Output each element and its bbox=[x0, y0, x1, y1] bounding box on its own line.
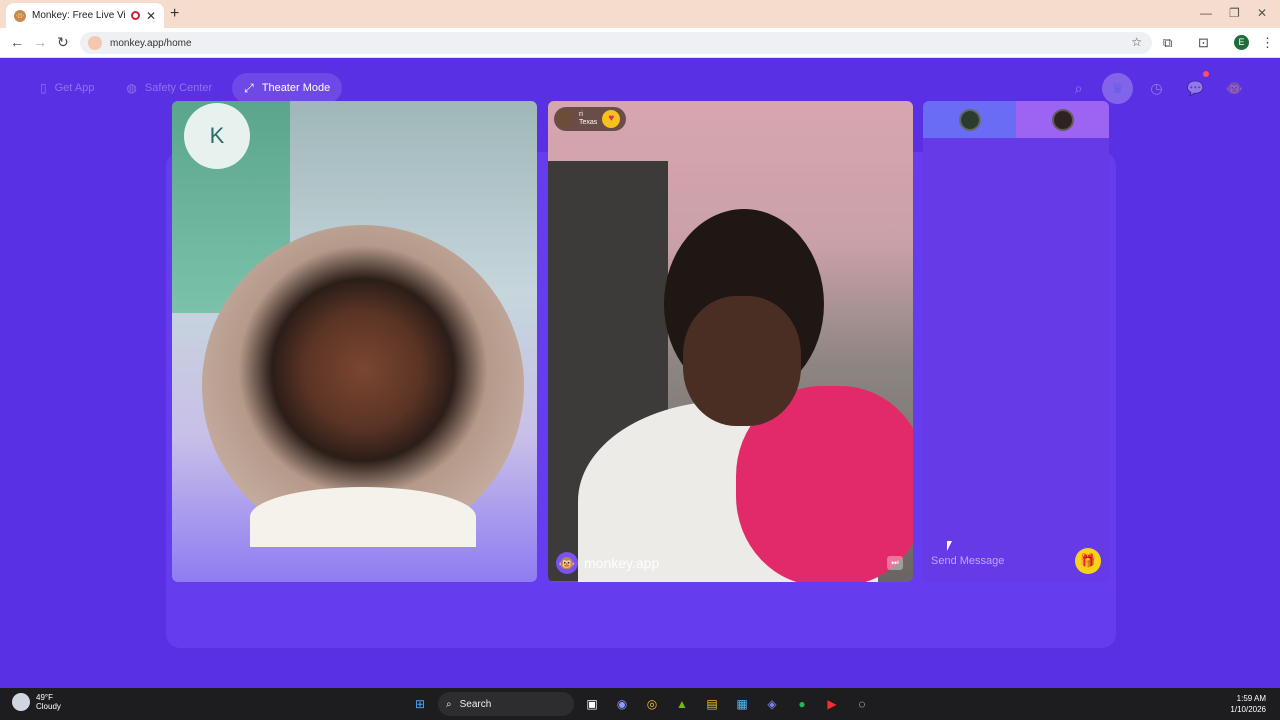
weather-condition: Cloudy bbox=[36, 702, 61, 711]
search-icon: ⌕ bbox=[446, 698, 452, 710]
tab-close-icon[interactable]: ✕ bbox=[146, 9, 156, 23]
shield-icon: ◍ bbox=[126, 81, 137, 95]
taskbar: 49°F Cloudy ⊞ ⌕ Search ▣ ◉ ◎ ▲ ▤ ▦ ◈ ● ▶… bbox=[0, 688, 1280, 720]
chat-header-left[interactable] bbox=[923, 101, 1016, 138]
system-clock[interactable]: 1:59 AM 1/10/2026 bbox=[1230, 693, 1266, 715]
local-video: K bbox=[172, 101, 537, 582]
forward-arrow-icon[interactable]: → bbox=[33, 34, 47, 50]
teams-icon[interactable]: ◈ bbox=[760, 692, 784, 716]
app-icon[interactable]: ▣ bbox=[580, 692, 604, 716]
top-navigation: ▯ Get App ◍ Safety Center ⤢ Theater Mode bbox=[28, 73, 343, 103]
browser-tab[interactable]: 🐵 Monkey: Free Live Video Ch ✕ bbox=[6, 3, 164, 28]
notification-badge bbox=[1203, 71, 1209, 77]
filter-logo-icon: K bbox=[184, 103, 250, 169]
chat-header-right[interactable] bbox=[1016, 101, 1109, 138]
weather-text: 49°F Cloudy bbox=[36, 693, 61, 711]
weather-widget[interactable]: 49°F Cloudy bbox=[12, 693, 61, 711]
remote-chat-avatar bbox=[1051, 108, 1074, 131]
browser-tab-strip: 🐵 Monkey: Free Live Video Ch ✕ + — ❐ ✕ bbox=[0, 0, 1280, 28]
chrome-icon[interactable]: ◎ bbox=[640, 692, 664, 716]
tab-search-icon[interactable]: ⊡ bbox=[1198, 35, 1209, 51]
youtube-icon[interactable]: ▶ bbox=[820, 692, 844, 716]
temperature: 49°F bbox=[36, 693, 53, 702]
send-message-input[interactable] bbox=[931, 555, 1051, 567]
bookmark-star-icon[interactable]: ☆ bbox=[1131, 35, 1142, 49]
skip-next-icon[interactable]: ⏭ bbox=[887, 556, 903, 570]
profile-avatar-icon[interactable]: 🐵 bbox=[1219, 73, 1250, 104]
profile-avatar[interactable]: E bbox=[1234, 35, 1249, 50]
windows-start-icon[interactable]: ⊞ bbox=[408, 692, 432, 716]
remote-video: ri Texas ♥ 🐵 monkey.app ⏭ bbox=[548, 101, 913, 582]
obs-icon[interactable]: ◌ bbox=[850, 692, 874, 716]
browser-toolbar: ← → ↻ monkey.app/home ☆ ⧉ ⊡ ⋮ bbox=[0, 28, 1280, 58]
safety-center-label: Safety Center bbox=[144, 82, 213, 94]
address-bar[interactable]: monkey.app/home ☆ bbox=[80, 32, 1152, 54]
chat-header bbox=[923, 101, 1109, 138]
clock-time: 1:59 AM bbox=[1236, 694, 1266, 703]
photos-icon[interactable]: ▦ bbox=[730, 692, 754, 716]
window-close-button[interactable]: ✕ bbox=[1257, 6, 1267, 20]
phone-icon: ▯ bbox=[40, 81, 47, 95]
chat-bubble-icon[interactable]: 💬 bbox=[1180, 71, 1211, 104]
history-clock-icon[interactable]: ◷ bbox=[1141, 73, 1172, 104]
expand-icon: ⤢ bbox=[244, 80, 254, 95]
crown-icon[interactable]: ♛ bbox=[1102, 73, 1133, 104]
taskbar-apps: ⊞ ⌕ Search ▣ ◉ ◎ ▲ ▤ ▦ ◈ ● ▶ ◌ bbox=[408, 692, 874, 716]
new-tab-button[interactable]: + bbox=[170, 5, 179, 23]
remote-username: ri bbox=[579, 111, 583, 118]
site-info-icon[interactable] bbox=[88, 36, 102, 50]
monkey-favicon-icon: 🐵 bbox=[14, 9, 26, 22]
local-user-avatar bbox=[958, 108, 981, 131]
back-arrow-icon[interactable]: ← bbox=[10, 34, 24, 50]
remote-user-info: ri Texas bbox=[579, 111, 597, 127]
clock-date: 1/10/2026 bbox=[1230, 705, 1266, 714]
theater-mode-button[interactable]: ⤢ Theater Mode bbox=[232, 73, 343, 103]
extensions-icon[interactable]: ⧉ bbox=[1163, 35, 1172, 51]
get-app-button[interactable]: ▯ Get App bbox=[28, 73, 106, 103]
search-icon[interactable]: ⌕ bbox=[1063, 73, 1094, 104]
remote-camera-feed bbox=[683, 296, 801, 426]
remote-location: Texas bbox=[579, 119, 598, 126]
nvidia-icon[interactable]: ▲ bbox=[670, 692, 694, 716]
monkey-logo-icon: 🐵 bbox=[556, 552, 578, 574]
file-explorer-icon[interactable]: ▤ bbox=[700, 692, 724, 716]
safety-center-button[interactable]: ◍ Safety Center bbox=[114, 73, 224, 103]
recording-indicator-icon bbox=[130, 11, 140, 20]
theater-mode-label: Theater Mode bbox=[261, 82, 331, 94]
watermark-text: monkey.app bbox=[584, 555, 660, 571]
tab-title: Monkey: Free Live Video Ch bbox=[32, 10, 125, 21]
taskbar-search-label: Search bbox=[459, 698, 492, 710]
remote-user-avatar bbox=[556, 110, 574, 128]
browser-menu-icon[interactable]: ⋮ bbox=[1261, 35, 1274, 51]
window-restore-button[interactable]: ❐ bbox=[1229, 6, 1240, 20]
remote-user-badge[interactable]: ri Texas ♥ bbox=[554, 107, 627, 131]
top-right-icons: ⌕ ♛ ◷ 💬 🐵 bbox=[1063, 71, 1250, 104]
url-text: monkey.app/home bbox=[110, 37, 192, 49]
reload-icon[interactable]: ↻ bbox=[57, 34, 69, 51]
local-camera-shirt bbox=[250, 487, 476, 547]
watermark: 🐵 monkey.app bbox=[556, 552, 659, 574]
get-app-label: Get App bbox=[54, 82, 95, 94]
gift-icon[interactable]: 🎁 bbox=[1075, 548, 1101, 574]
chat-panel: 🎁 bbox=[923, 101, 1109, 582]
cloud-icon bbox=[12, 693, 30, 711]
spotify-icon[interactable]: ● bbox=[790, 692, 814, 716]
window-minimize-button[interactable]: — bbox=[1200, 6, 1212, 20]
taskbar-search[interactable]: ⌕ Search bbox=[438, 692, 574, 716]
discord-icon[interactable]: ◉ bbox=[610, 692, 634, 716]
heart-icon[interactable]: ♥ bbox=[602, 110, 621, 128]
mouse-cursor-icon bbox=[947, 541, 952, 551]
